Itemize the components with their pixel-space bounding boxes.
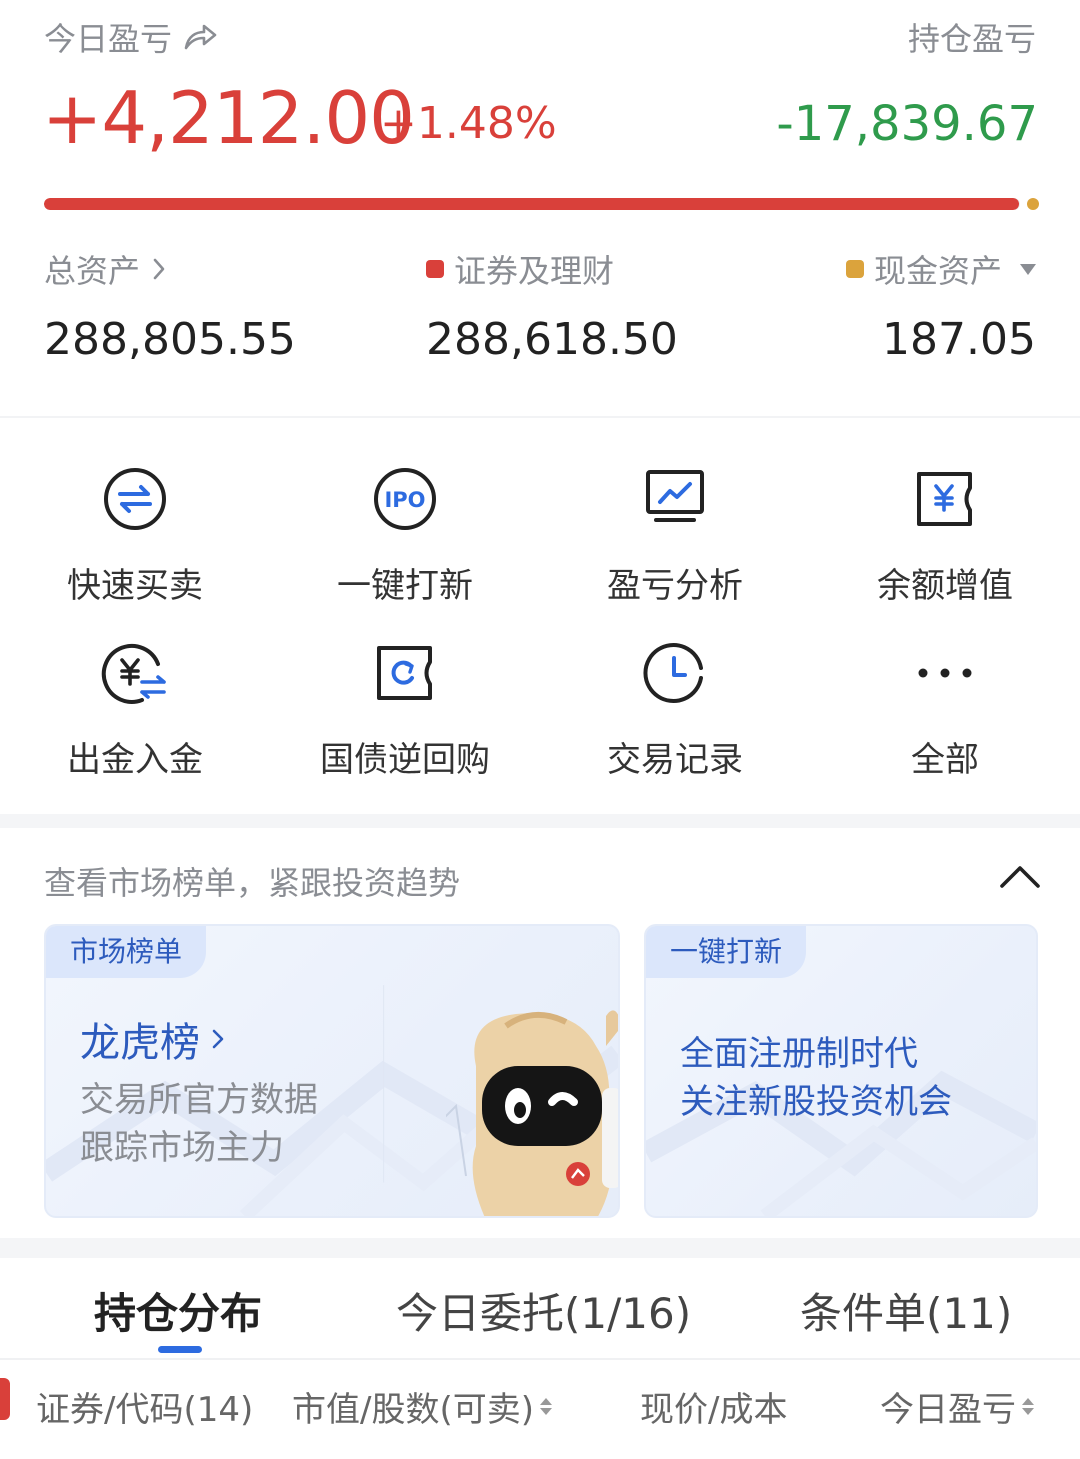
holding-pnl-label: 持仓盈亏: [907, 20, 1036, 58]
securities-assets-value: 288,618.50: [426, 314, 678, 365]
active-tab-indicator: [158, 1346, 202, 1353]
cash-assets-dropdown[interactable]: 现金资产: [845, 246, 1036, 292]
mascot-illustration: [446, 1010, 618, 1216]
securities-assets-header: 证券及理财: [426, 246, 614, 292]
grid-item-label: 国债逆回购: [320, 740, 490, 780]
card-subtitle-1: 交易所官方数据: [80, 1080, 318, 1120]
securities-allocation-fill: [44, 198, 1020, 210]
grid-item-ipo[interactable]: IPO 一键打新: [270, 418, 540, 606]
pnl-summary: 今日盈亏 持仓盈亏 +4,212.00 +1.48% -17,839.67 总资…: [0, 0, 1080, 416]
sort-icon: [539, 1398, 552, 1415]
swap-arrows-icon: [100, 464, 170, 534]
tabs-divider: [0, 1358, 1080, 1360]
column-header-label: 今日盈亏: [880, 1390, 1016, 1430]
grid-item-trade-records[interactable]: 交易记录: [540, 592, 810, 780]
today-pnl-header[interactable]: 今日盈亏: [44, 14, 218, 60]
chevron-right-icon: [153, 258, 165, 280]
grid-item-label: 交易记录: [607, 740, 743, 780]
section-gap: [0, 814, 1080, 828]
tab-holdings[interactable]: 持仓分布: [94, 1280, 262, 1341]
market-ranking-card[interactable]: 市场榜单 龙虎榜 交易所官方数据 跟踪市场主力: [44, 924, 620, 1218]
card-subtitle-2: 跟踪市场主力: [80, 1128, 284, 1168]
grid-item-balance-growth[interactable]: 余额增值: [810, 418, 1080, 606]
cash-legend-square: [845, 260, 864, 278]
card-line-1: 全面注册制时代: [680, 1034, 918, 1074]
cash-assets-label: 现金资产: [873, 252, 1002, 290]
grid-item-deposit-withdraw[interactable]: 出金入金: [0, 592, 270, 780]
yuan-ticket-icon: [910, 464, 980, 534]
chart-monitor-icon: [640, 464, 710, 534]
chevron-right-icon: [212, 1029, 224, 1049]
sort-icon: [1022, 1398, 1034, 1415]
column-header-today-pnl[interactable]: 今日盈亏: [880, 1382, 1034, 1431]
market-section-title: 查看市场榜单，紧跟投资趋势: [44, 864, 461, 902]
today-pnl-label: 今日盈亏: [44, 20, 173, 58]
ipo-icon: IPO: [370, 464, 440, 534]
tab-conditional-orders[interactable]: 条件单(11): [800, 1280, 1012, 1341]
total-assets-value: 288,805.55: [44, 314, 296, 365]
total-assets-link[interactable]: 总资产: [44, 246, 168, 292]
column-header-label: 证券/代码(14): [36, 1390, 254, 1430]
column-header-market-value[interactable]: 市值/股数(可卖): [292, 1382, 552, 1431]
grid-item-reverse-repo[interactable]: 国债逆回购: [270, 592, 540, 780]
grid-item-label: 全部: [911, 740, 979, 780]
repo-ticket-icon: [370, 638, 440, 708]
grid-item-all[interactable]: 全部: [810, 592, 1080, 780]
column-header-label: 市值/股数(可卖): [292, 1390, 534, 1430]
card-line-2: 关注新股投资机会: [680, 1082, 952, 1122]
chevron-up-icon[interactable]: [998, 860, 1042, 892]
today-pnl-value: +4,212.00: [42, 76, 415, 160]
card-tag: 市场榜单: [46, 926, 207, 978]
column-header-label: 现价/成本: [640, 1390, 788, 1430]
section-gap: [0, 1238, 1080, 1258]
asset-breakdown: 总资产 288,805.55 证券及理财 288,618.50 现金资产 187…: [0, 246, 1080, 376]
securities-legend-square: [426, 260, 444, 278]
clock-icon: [640, 638, 710, 708]
cash-allocation-dot: [1027, 198, 1039, 210]
today-pnl-percent: +1.48%: [380, 98, 557, 149]
ipo-promo-card[interactable]: 一键打新 全面注册制时代 关注新股投资机会: [644, 924, 1038, 1218]
card-tag: 一键打新: [646, 926, 807, 978]
function-grid: 快速买卖 IPO 一键打新 盈亏分析 余额增值 出金入金 国债逆回购 交易记录 …: [0, 418, 1080, 814]
more-dots-icon: [910, 638, 980, 708]
svg-text:IPO: IPO: [384, 488, 425, 512]
column-header-price[interactable]: 现价/成本: [640, 1382, 787, 1431]
grid-item-pnl-analysis[interactable]: 盈亏分析: [540, 418, 810, 606]
cash-assets-value: 187.05: [882, 314, 1036, 365]
grid-item-quick-trade[interactable]: 快速买卖: [0, 418, 270, 606]
tab-today-orders[interactable]: 今日委托(1/16): [396, 1280, 691, 1341]
dragon-tiger-list-link[interactable]: 龙虎榜: [80, 1010, 226, 1068]
row-marker: [0, 1378, 10, 1420]
securities-assets-label: 证券及理财: [454, 252, 615, 290]
dropdown-triangle-icon: [1020, 263, 1036, 275]
asset-allocation-bar: [44, 198, 1020, 210]
holding-pnl-value: -17,839.67: [776, 96, 1038, 152]
yuan-transfer-icon: [100, 638, 170, 708]
grid-item-label: 出金入金: [67, 740, 203, 780]
card-title: 龙虎榜: [80, 1020, 200, 1066]
column-header-security[interactable]: 证券/代码(14): [36, 1382, 253, 1431]
share-icon[interactable]: [182, 22, 218, 52]
total-assets-label: 总资产: [44, 252, 141, 290]
